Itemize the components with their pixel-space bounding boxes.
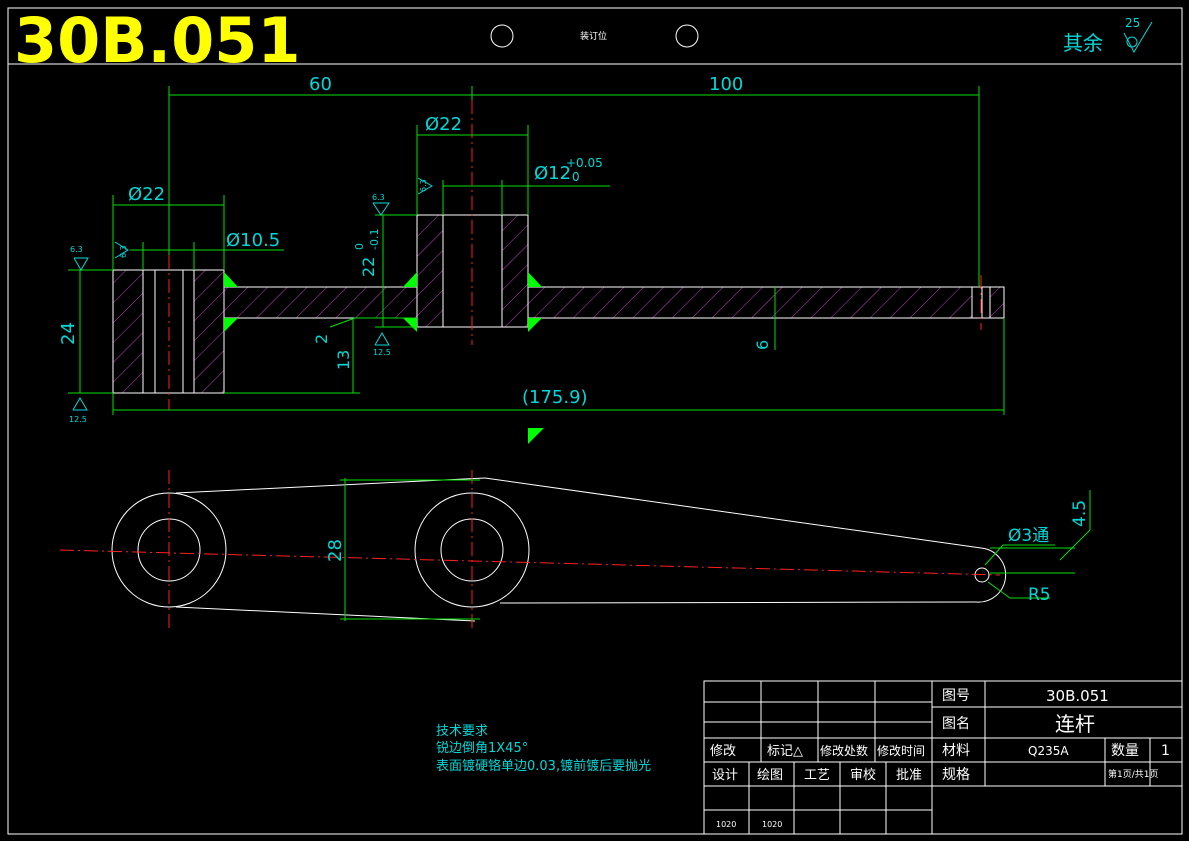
drawing-no: 30B.051 [1046, 687, 1109, 705]
page-info: 第1页/共1页 [1108, 768, 1159, 780]
roughness-6-3-d: 6.3 [419, 179, 428, 192]
sign-header-0: 设计 [712, 768, 738, 783]
tech-line-2: 表面镀硬铬单边0.03,镀前镀后要抛光 [436, 758, 651, 774]
roughness-others-label: 其余 [1063, 31, 1103, 55]
rev-header-2: 修改处数 [820, 743, 868, 758]
rev-header-1: 标记△ [767, 744, 803, 759]
dim-60: 60 [309, 74, 332, 95]
dim-13: 13 [334, 350, 353, 370]
roughness-12-5-a: 12.5 [373, 348, 391, 357]
label-name: 图名 [942, 716, 970, 732]
drawing-number-heading: 30B.051 [14, 4, 301, 77]
binding-label: 装订位 [580, 30, 607, 42]
dim-phi3-through: Ø3通 [1008, 526, 1049, 546]
part-name: 连杆 [1055, 712, 1095, 736]
dim-4-5: 4.5 [1070, 500, 1090, 527]
sign-value-1: 1020 [762, 820, 782, 829]
rev-header-0: 修改 [710, 744, 736, 759]
dim-phi12-lower: 0 [572, 170, 580, 184]
left-web-section [223, 286, 418, 319]
dim-100: 100 [709, 74, 743, 95]
roughness-others-value: 25 [1125, 16, 1140, 30]
dim-phi10-5: Ø10.5 [226, 230, 280, 251]
drawing-canvas: 30B.051 装订位 其余 25 60 100 Ø22 Ø12 +0.05 0… [7, 4, 1183, 835]
dim-2: 2 [312, 334, 331, 344]
label-material: 材料 [942, 743, 970, 759]
dim-phi22-middle: Ø22 [425, 114, 462, 135]
material: Q235A [1028, 744, 1069, 758]
dim-22-lower: -0.1 [368, 229, 381, 250]
dim-28: 28 [325, 539, 346, 562]
top-view-dimension-lines [340, 478, 1091, 621]
sign-header-2: 工艺 [804, 768, 830, 783]
dim-175-9: (175.9) [522, 387, 588, 408]
tech-heading: 技术要求 [436, 724, 488, 739]
quantity: 1 [1161, 743, 1170, 759]
roughness-6-3-a: 6.3 [70, 245, 83, 254]
label-qty: 数量 [1111, 743, 1139, 759]
roughness-6-3-b: 6.3 [119, 245, 128, 258]
sign-header-4: 批准 [896, 768, 922, 783]
dim-phi12-upper: +0.05 [566, 156, 603, 170]
dim-22-upper: 0 [353, 243, 366, 250]
binding-hole-left [490, 24, 514, 48]
rev-header-3: 修改时间 [877, 743, 925, 758]
roughness-12-5-b: 12.5 [69, 415, 87, 424]
front-centerlines [168, 100, 982, 410]
label-spec: 规格 [942, 767, 970, 783]
dim-r5: R5 [1028, 585, 1051, 605]
tech-line-1: 锐边倒角1X45° [436, 741, 528, 756]
sign-value-0: 1020 [716, 820, 736, 829]
dim-phi22-left: Ø22 [128, 184, 165, 205]
drawing-frame [7, 7, 1183, 835]
dim-6: 6 [753, 340, 772, 350]
top-view-centerlines [59, 470, 1001, 630]
binding-hole-right [675, 24, 699, 48]
right-arm-section [527, 286, 1005, 319]
label-drawing-no: 图号 [942, 688, 970, 704]
dim-24: 24 [58, 322, 79, 345]
top-view-outline [111, 477, 1007, 622]
roughness-6-3-c: 6.3 [372, 193, 385, 202]
dim-22: 22 [359, 257, 378, 277]
sign-header-1: 绘图 [757, 768, 783, 783]
sign-header-3: 审校 [850, 767, 876, 783]
